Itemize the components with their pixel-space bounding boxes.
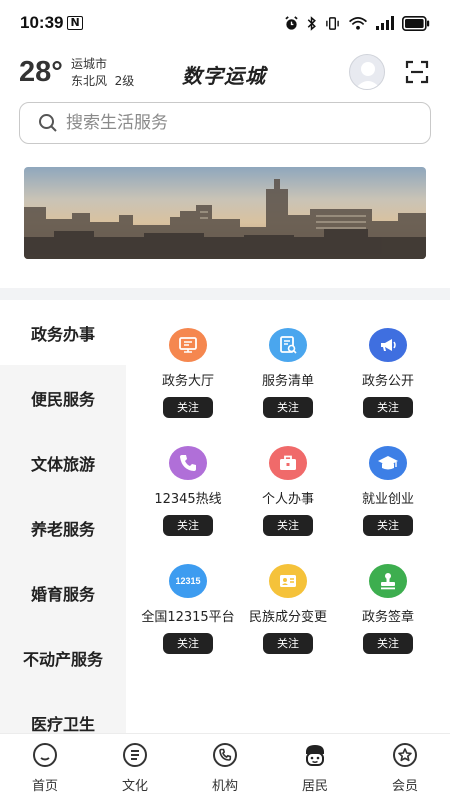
service-ethnicity-change[interactable]: 民族成分变更 关注 [234, 536, 342, 654]
vibrate-icon [326, 16, 339, 30]
briefcase-icon [269, 446, 307, 480]
weather-info: 运城市 东北风 2级 [71, 56, 134, 90]
service-12345-hotline[interactable]: 12345热线 关注 [134, 418, 242, 536]
category-label: 医疗卫生 [30, 714, 95, 734]
follow-button[interactable]: 关注 [163, 514, 213, 536]
service-service-list[interactable]: 服务清单 关注 [234, 300, 342, 418]
service-label: 政务签章 [361, 609, 414, 625]
search-bar[interactable] [19, 102, 431, 144]
signal-icon [376, 16, 394, 30]
service-gov-seal[interactable]: 政务签章 关注 [334, 536, 442, 654]
tab-culture[interactable]: 文化 [90, 734, 180, 800]
wifi-icon [349, 16, 367, 30]
service-label: 民族成分变更 [248, 609, 327, 625]
battery-icon [402, 15, 430, 31]
status-time: 10:39 [20, 13, 64, 32]
service-12315-platform[interactable]: 12315 全国12315平台 关注 [134, 536, 242, 654]
service-personal-affairs[interactable]: 个人办事 关注 [234, 418, 342, 536]
member-star-icon [393, 743, 417, 767]
tab-label: 会员 [391, 779, 418, 794]
skyline-image [24, 167, 426, 259]
search-icon [39, 114, 57, 132]
tab-label: 居民 [301, 779, 328, 794]
service-label: 12345热线 [154, 491, 222, 507]
follow-button[interactable]: 关注 [263, 632, 313, 654]
service-label: 就业创业 [361, 491, 414, 507]
category-item-elderly-care[interactable]: 养老服务 [0, 495, 126, 560]
service-label: 全国12315平台 [141, 609, 235, 625]
category-item-marriage-birth[interactable]: 婚育服务 [0, 560, 126, 625]
home-icon [33, 743, 57, 767]
app-title: 数字运城 [182, 64, 266, 88]
category-label: 不动产服务 [22, 649, 103, 669]
category-item-culture-tourism[interactable]: 文体旅游 [0, 430, 126, 495]
notification-n-icon: N [67, 16, 83, 30]
tab-label: 机构 [211, 779, 238, 794]
id-card-icon [269, 564, 307, 598]
follow-button[interactable]: 关注 [163, 632, 213, 654]
bluetooth-icon [307, 15, 316, 31]
search-input[interactable] [66, 113, 386, 133]
service-label: 政务大厅 [161, 373, 214, 389]
follow-button[interactable]: 关注 [263, 396, 313, 418]
service-gov-disclosure[interactable]: 政务公开 关注 [334, 300, 442, 418]
tab-home[interactable]: 首页 [0, 734, 90, 800]
graduation-cap-icon [369, 446, 407, 480]
city-skyline-banner[interactable] [24, 167, 426, 259]
list-search-icon [269, 328, 307, 362]
alarm-icon [285, 15, 298, 30]
service-gov-hall[interactable]: 政务大厅 关注 [134, 300, 242, 418]
phone-icon [169, 446, 207, 480]
icon-text: 12315 [175, 575, 201, 586]
follow-button[interactable]: 关注 [163, 396, 213, 418]
stamp-icon [369, 564, 407, 598]
status-icons [284, 15, 430, 31]
megaphone-icon [369, 328, 407, 362]
category-item-medical[interactable]: 医疗卫生 [0, 690, 126, 734]
section-divider [0, 288, 450, 300]
service-label: 服务清单 [261, 373, 314, 389]
follow-button[interactable]: 关注 [363, 514, 413, 536]
follow-button[interactable]: 关注 [363, 396, 413, 418]
12315-icon: 12315 [169, 564, 207, 598]
follow-button[interactable]: 关注 [363, 632, 413, 654]
service-label: 政务公开 [361, 373, 414, 389]
category-label: 文体旅游 [30, 454, 95, 474]
header: 28° 运城市 东北风 2级 数字运城 [0, 50, 450, 96]
category-item-gov-affairs[interactable]: 政务办事 [0, 300, 126, 365]
tab-institutions[interactable]: 机构 [180, 734, 270, 800]
tab-residents[interactable]: 居民 [270, 734, 360, 800]
service-grid: 政务大厅 关注 服务清单 关注 政务公开 关注 12345热线 关注 个人办事 … [126, 300, 450, 733]
resident-icon [306, 745, 324, 766]
category-sidebar: 政务办事 便民服务 文体旅游 养老服务 婚育服务 不动产服务 医疗卫生 [0, 300, 126, 733]
hall-icon [169, 328, 207, 362]
culture-icon [123, 743, 147, 767]
scan-icon[interactable] [405, 60, 429, 84]
follow-button[interactable]: 关注 [263, 514, 313, 536]
tab-label: 首页 [31, 779, 58, 794]
category-label: 婚育服务 [30, 584, 95, 604]
category-label: 便民服务 [30, 389, 95, 409]
phone-circle-icon [213, 743, 237, 767]
tab-label: 文化 [121, 779, 148, 794]
city-name: 运城市 [71, 57, 108, 71]
status-bar: 10:39 N [0, 0, 450, 46]
avatar[interactable] [349, 54, 385, 90]
category-item-convenience[interactable]: 便民服务 [0, 365, 126, 430]
user-icon [355, 62, 381, 89]
tab-member[interactable]: 会员 [360, 734, 450, 800]
category-label: 养老服务 [30, 519, 95, 539]
category-label: 政务办事 [30, 324, 95, 344]
temperature: 28° [19, 56, 63, 88]
bottom-tab-bar: 首页 文化 机构 居民 会员 [0, 733, 450, 800]
wind-info: 东北风 2级 [71, 74, 135, 88]
category-item-real-estate[interactable]: 不动产服务 [0, 625, 126, 690]
service-label: 个人办事 [261, 491, 314, 507]
service-employment[interactable]: 就业创业 关注 [334, 418, 442, 536]
